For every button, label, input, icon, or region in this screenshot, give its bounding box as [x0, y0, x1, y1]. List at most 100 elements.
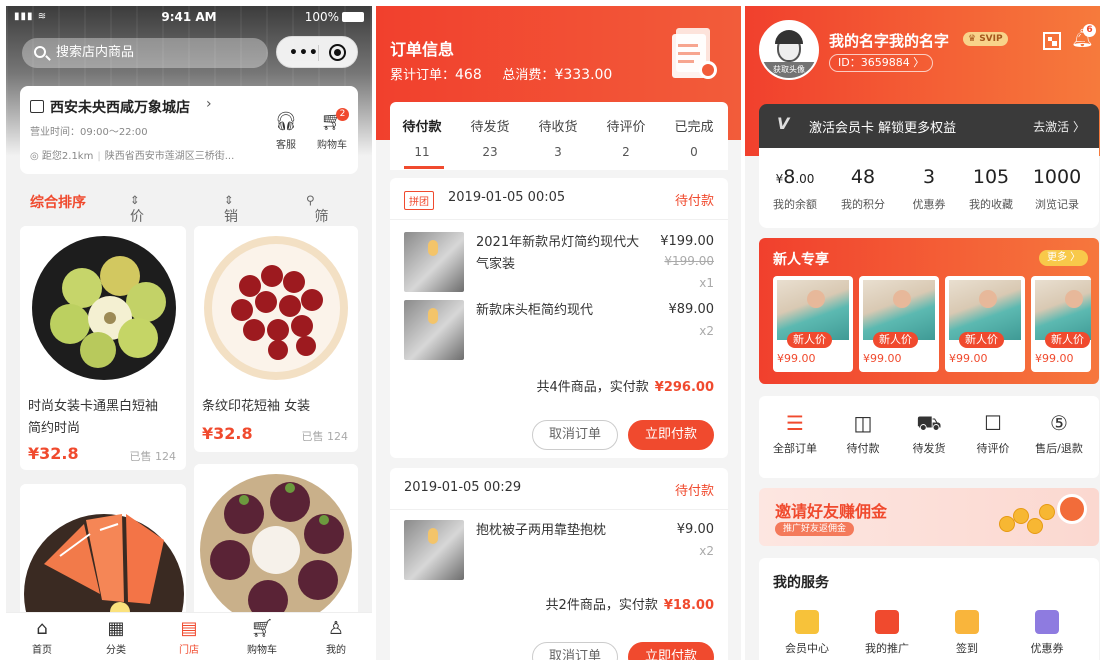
tab-completed[interactable]: 已完成 0: [664, 116, 724, 159]
vip-icon: V: [777, 114, 790, 133]
customer-service-button[interactable]: 🎧︎ 客服: [266, 111, 306, 152]
invite-subtitle: 推广好友返佣金: [775, 522, 855, 536]
refund-button[interactable]: ⑤ 售后/退款: [1025, 410, 1093, 456]
pay-now-button[interactable]: 立即付款: [628, 642, 714, 660]
headset-icon: 🎧︎: [274, 111, 298, 132]
order-total: 共2件商品，实付款 ¥18.00: [545, 598, 714, 613]
stat-history[interactable]: 1000 浏览记录: [1023, 166, 1091, 212]
order-shortcuts: ☰ 全部订单 ◫ 待付款 ⛟ 待发货 ☐ 待评价 ⑤ 售后/退款: [759, 396, 1099, 478]
newcomer-product[interactable]: 新人价 ¥99.00: [859, 276, 939, 372]
product-image-pears: [20, 226, 186, 386]
product-sold-count: 已售 124: [301, 430, 349, 443]
user-icon: ♙: [327, 618, 345, 639]
product-image-mangosteen: [194, 464, 358, 634]
rocket-icon: [875, 610, 899, 634]
capsule-divider: [318, 45, 319, 61]
username: 我的名字我的名字: [829, 32, 950, 50]
target-icon[interactable]: [329, 44, 346, 61]
tab-mine[interactable]: ♙ 我的: [306, 618, 366, 657]
tab-home[interactable]: ⌂ 首页: [12, 619, 72, 657]
tab-cart[interactable]: 🛒︎ 购物车: [232, 619, 292, 657]
tab-pending-receipt[interactable]: 待收货 3: [528, 116, 588, 159]
coins-illustration-icon: [999, 498, 1059, 534]
all-orders-button[interactable]: ☰ 全部订单: [761, 410, 829, 456]
product-image: [863, 280, 935, 340]
product-card[interactable]: [194, 464, 358, 634]
pending-review-button[interactable]: ☐ 待评价: [959, 410, 1027, 456]
stat-points[interactable]: 48 我的积分: [829, 166, 897, 212]
pay-now-button[interactable]: 立即付款: [628, 420, 714, 450]
order-status: 待付款: [674, 194, 714, 209]
order-item-image: [404, 232, 464, 292]
cart-badge: 2: [336, 108, 349, 121]
filter-button[interactable]: ⚲筛选: [306, 192, 329, 245]
total-orders: 468: [455, 67, 482, 83]
product-image: [949, 280, 1021, 340]
battery-icon: [342, 12, 364, 22]
activate-link[interactable]: 去激活 〉: [1033, 118, 1085, 135]
search-input[interactable]: 搜索店内商品: [22, 38, 268, 68]
more-dots-icon[interactable]: •••: [289, 45, 319, 61]
order-item-price: ¥9.00: [676, 522, 714, 537]
invite-title: 邀请好友赚佣金: [775, 502, 888, 521]
checkin-button[interactable]: 签到: [933, 610, 1001, 656]
more-button[interactable]: 更多 〉: [1039, 250, 1089, 266]
product-image: [1035, 280, 1091, 340]
stat-coupons[interactable]: 3 优惠券: [895, 166, 963, 212]
product-card[interactable]: 时尚女装卡通黑白短袖 简约时尚 ¥32.8 已售 124: [20, 226, 186, 470]
services-title: 我的服务: [773, 575, 829, 591]
sort-sales[interactable]: 销量 ⇕: [224, 192, 238, 245]
status-bar: ▮▮▮ ≋ 9:41 AM 100%: [6, 6, 372, 28]
order-item-qty: x2: [699, 324, 714, 338]
cancel-order-button[interactable]: 取消订单: [532, 642, 618, 660]
stat-favorites[interactable]: 105 我的收藏: [957, 166, 1025, 212]
sort-price[interactable]: 价格 ⇕: [130, 192, 144, 245]
vip-activation-bar[interactable]: V 激活会员卡 解锁更多权益 去激活 〉: [759, 104, 1099, 148]
product-sold-count: 已售 124: [129, 450, 177, 463]
newcomer-section: 新人专享 更多 〉 新人价 ¥99.00 新人价 ¥99.00 新人价 ¥99.00 …: [759, 238, 1099, 384]
newcomer-product[interactable]: 新人价 ¥99.00: [945, 276, 1025, 372]
order-header: 2019-01-05 00:29 待付款: [390, 468, 728, 510]
tab-pending-payment[interactable]: 待付款 11: [392, 116, 452, 159]
calendar-icon: [955, 610, 979, 634]
group-buy-tag: 拼团: [404, 191, 434, 210]
pending-payment-button[interactable]: ◫ 待付款: [829, 410, 897, 456]
battery-indicator: 100%: [305, 10, 364, 24]
svip-badge: ♛ SVIP: [963, 32, 1008, 46]
total-spent: ¥333.00: [554, 67, 613, 83]
order-item-price: ¥89.00: [668, 302, 715, 317]
order-total: 共4件商品，实付款 ¥296.00: [536, 380, 715, 395]
notification-badge: 6: [1083, 24, 1096, 37]
truck-icon: ⛟: [916, 411, 942, 435]
tab-pending-shipment[interactable]: 待发货 23: [460, 116, 520, 159]
tab-pending-review[interactable]: 待评价 2: [596, 116, 656, 159]
tab-category[interactable]: ▦ 分类: [86, 618, 146, 657]
product-card[interactable]: 条纹印花短袖 女装 ¥32.8 已售 124: [194, 226, 358, 452]
qr-code-icon[interactable]: [1043, 32, 1061, 50]
member-center-button[interactable]: 会员中心: [773, 610, 841, 656]
newcomer-product[interactable]: 新人价 ¥99.00: [773, 276, 853, 372]
invite-banner[interactable]: 邀请好友赚佣金 推广好友返佣金: [759, 488, 1099, 546]
store-address-text: 陕西省西安市莲湖区三桥街...: [104, 151, 235, 162]
order-card: 拼团 2019-01-05 00:05 待付款 2021年新款吊灯简约现代大气家…: [390, 178, 728, 458]
user-id[interactable]: ID：3659884 〉: [829, 54, 934, 72]
mini-program-capsule: •••: [276, 36, 358, 68]
newcomer-product[interactable]: 新人价 ¥99.00: [1031, 276, 1091, 372]
order-status-tabs: 待付款 11 待发货 23 待收货 3 待评价 2 已完成 0: [390, 102, 728, 170]
store-name[interactable]: 西安未央西咸万象城店: [50, 97, 190, 117]
chevron-right-icon[interactable]: ›: [206, 96, 212, 112]
pending-shipment-button[interactable]: ⛟ 待发货: [895, 410, 963, 456]
my-promotion-button[interactable]: 我的推广: [853, 610, 921, 656]
avatar[interactable]: 获取头像: [759, 20, 819, 80]
order-status: 待付款: [674, 484, 714, 499]
comment-icon: ☐: [984, 411, 1002, 435]
product-price: ¥32.8: [28, 444, 79, 463]
stat-balance[interactable]: ¥8.00 我的余额: [761, 166, 829, 212]
grid-icon: ▦: [107, 618, 125, 639]
tab-store[interactable]: ▤ 门店: [159, 619, 219, 657]
product-image: [777, 280, 849, 340]
store-hours: 营业时间：09:00～22:00: [30, 127, 148, 138]
coupons-button[interactable]: 优惠券: [1013, 610, 1081, 656]
cancel-order-button[interactable]: 取消订单: [532, 420, 618, 450]
sort-composite[interactable]: 综合排序: [30, 192, 86, 212]
